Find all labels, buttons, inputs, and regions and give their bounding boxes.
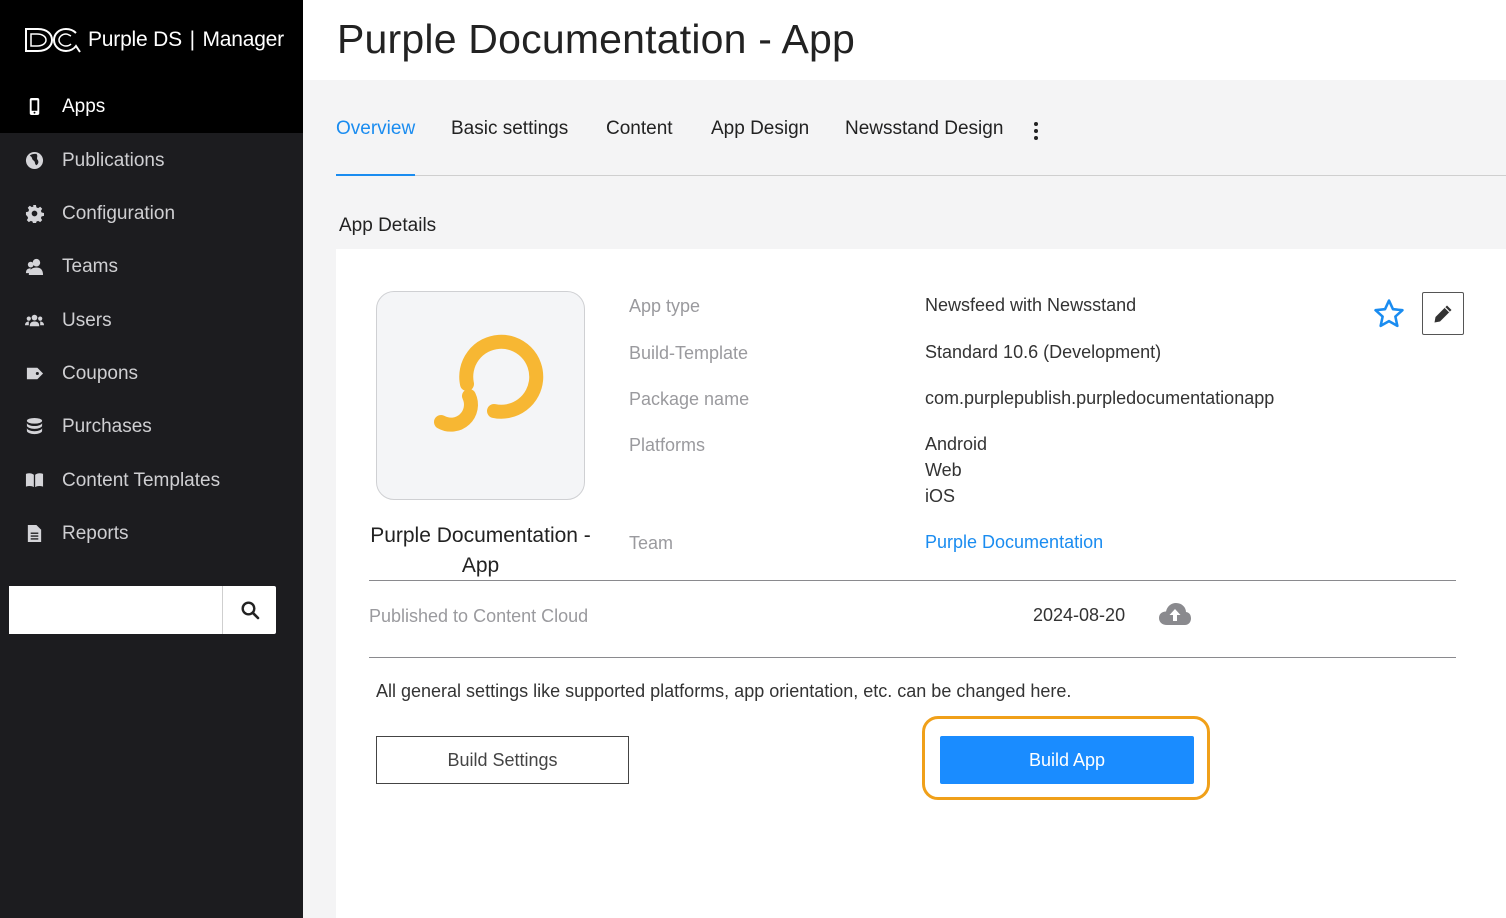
tab-content[interactable]: Content — [606, 118, 673, 176]
divider — [369, 657, 1456, 658]
app-icon — [376, 291, 585, 500]
app-type-value: Newsfeed with Newsstand — [925, 295, 1137, 315]
tab-newsstand-design[interactable]: Newsstand Design — [845, 118, 1003, 176]
sidebar-item-purchases[interactable]: Purchases — [0, 400, 303, 453]
sidebar-item-users[interactable]: Users — [0, 294, 303, 347]
page-header: Purple Documentation - App — [303, 0, 1506, 80]
sidebar-item-teams[interactable]: Teams — [0, 240, 303, 293]
tag-icon — [24, 364, 44, 384]
sidebar-item-content-templates[interactable]: Content Templates — [0, 454, 303, 507]
platform-android: Android — [925, 434, 988, 454]
build-template-label: Build-Template — [629, 343, 749, 363]
build-settings-button[interactable]: Build Settings — [376, 736, 629, 784]
search-button[interactable] — [223, 586, 276, 634]
sidebar-item-label: Reports — [62, 522, 129, 544]
app-type-label: App type — [629, 296, 701, 316]
section-title: App Details — [339, 215, 437, 236]
published-date: 2024-08-20 — [1033, 605, 1126, 625]
sidebar-search — [9, 586, 276, 634]
book-icon — [24, 471, 44, 491]
file-icon — [24, 524, 44, 544]
mobile-icon — [24, 97, 44, 117]
platforms-label: Platforms — [629, 435, 706, 455]
sidebar: Purple DS | Manager Apps Publications Co… — [0, 0, 303, 918]
sidebar-item-label: Teams — [62, 255, 118, 277]
search-icon — [240, 601, 259, 620]
sidebar-item-label: Purchases — [62, 415, 152, 437]
edit-button[interactable] — [1422, 292, 1464, 335]
app-details-card: Purple Documentation - App App type News… — [336, 249, 1506, 918]
search-input[interactable] — [9, 586, 223, 634]
info-text: All general settings like supported plat… — [376, 681, 1072, 701]
favorite-button[interactable] — [1370, 295, 1408, 333]
ds-logo-icon — [25, 27, 81, 53]
platform-web: Web — [925, 460, 962, 480]
brand-separator: | — [189, 28, 195, 51]
package-name-label: Package name — [629, 389, 750, 409]
sidebar-item-coupons[interactable]: Coupons — [0, 347, 303, 400]
tab-overview[interactable]: Overview — [336, 118, 416, 176]
tab-basic-settings[interactable]: Basic settings — [451, 118, 568, 176]
sidebar-item-label: Coupons — [62, 362, 139, 384]
app-name: Purple Documentation - App — [370, 524, 591, 577]
tab-bar: Overview Basic settings Content App Desi… — [336, 106, 1506, 176]
brand-header[interactable]: Purple DS | Manager — [0, 0, 303, 80]
sidebar-item-configuration[interactable]: Configuration — [0, 187, 303, 240]
team-link[interactable]: Purple Documentation — [925, 529, 1103, 555]
sidebar-item-label: Configuration — [62, 202, 176, 224]
build-app-button[interactable]: Build App — [940, 736, 1194, 784]
published-label: Published to Content Cloud — [369, 606, 589, 626]
brand-name: Purple DS — [88, 28, 182, 51]
star-icon — [1374, 299, 1404, 328]
users-icon — [24, 311, 44, 331]
sidebar-item-label: Publications — [62, 149, 165, 171]
sidebar-item-publications[interactable]: Publications — [0, 134, 303, 187]
brand-product: Manager — [202, 28, 284, 51]
package-name-value: com.purplepublish.purpledocumentationapp — [925, 388, 1275, 408]
team-label: Team — [629, 533, 674, 553]
divider — [369, 580, 1456, 581]
more-vertical-icon[interactable] — [1030, 120, 1042, 142]
sidebar-item-label: Apps — [62, 95, 106, 117]
pencil-icon — [1434, 305, 1452, 322]
database-icon — [24, 417, 44, 437]
tab-app-design[interactable]: App Design — [711, 118, 809, 176]
gear-icon — [24, 204, 44, 224]
sidebar-item-reports[interactable]: Reports — [0, 507, 303, 560]
cloud-upload-icon[interactable] — [1158, 601, 1192, 627]
sidebar-item-label: Content Templates — [62, 469, 221, 491]
sidebar-item-apps[interactable]: Apps — [0, 80, 303, 133]
page-title: Purple Documentation - App — [337, 16, 856, 62]
brand-title: Purple DS | Manager — [88, 28, 284, 52]
sidebar-item-label: Users — [62, 309, 112, 331]
platform-ios: iOS — [925, 486, 956, 506]
globe-icon — [24, 151, 44, 171]
app-logo-icon — [433, 334, 543, 432]
build-template-value: Standard 10.6 (Development) — [925, 342, 1162, 362]
team-icon — [24, 257, 44, 277]
